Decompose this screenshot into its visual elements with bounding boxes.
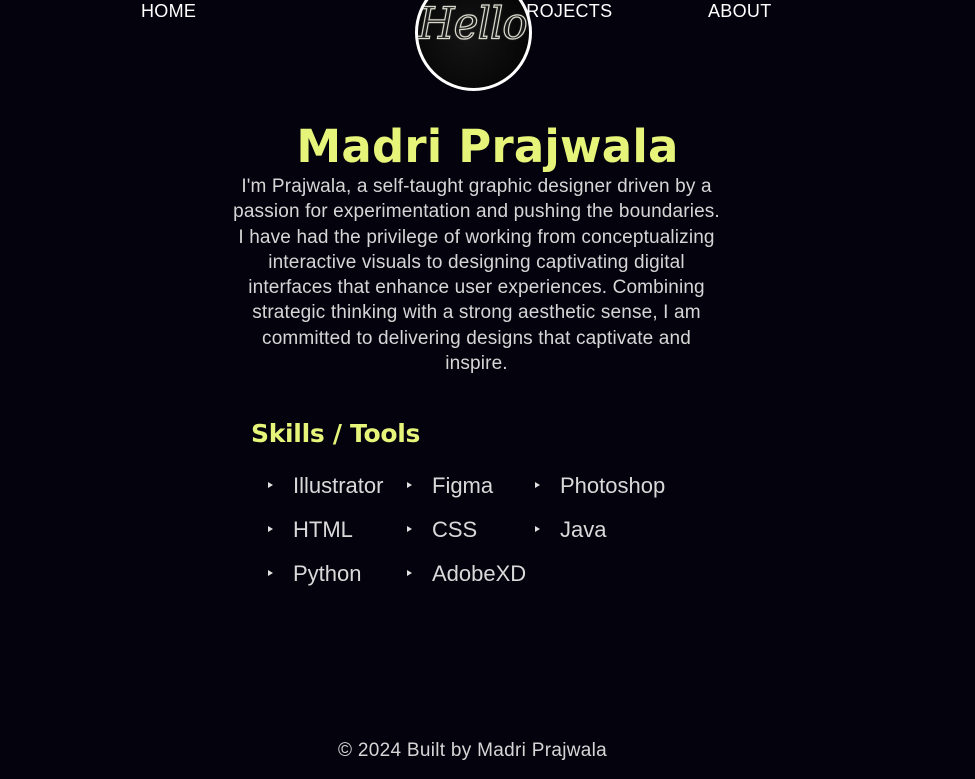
skill-label: Python [293,561,362,586]
skills-heading: Skills / Tools [251,419,421,448]
triangle-bullet-icon [407,526,412,533]
skill-item: Java [535,512,606,548]
skill-label: HTML [293,517,353,542]
triangle-bullet-icon [268,526,273,533]
skill-item: Figma [407,468,493,504]
hello-logo[interactable]: Hello! [415,0,532,91]
nav-home-link[interactable]: HOME [141,0,196,22]
triangle-bullet-icon [268,482,273,489]
triangle-bullet-icon [535,482,540,489]
bio-paragraph: I'm Prajwala, a self-taught graphic desi… [233,176,720,375]
triangle-bullet-icon [407,482,412,489]
triangle-bullet-icon [268,570,273,577]
skill-label: Photoshop [560,473,666,498]
skill-item: Photoshop [535,468,665,504]
skill-item: Illustrator [268,468,383,504]
skill-item: CSS [407,512,477,548]
page-title: Madri Prajwala [296,120,679,173]
skill-label: Illustrator [293,473,384,498]
skills-list: Illustrator Figma Photoshop HTML CSS Jav… [268,468,728,598]
skill-label: AdobeXD [432,561,527,586]
skill-label: Java [560,517,607,542]
footer-text: © 2024 Built by Madri Prajwala [337,740,608,761]
logo-text: Hello! [418,0,532,50]
skill-item: AdobeXD [407,556,526,592]
triangle-bullet-icon [407,570,412,577]
skill-item: HTML [268,512,353,548]
skill-item: Python [268,556,362,592]
triangle-bullet-icon [535,526,540,533]
nav-about-link[interactable]: ABOUT [708,0,772,22]
portfolio-page: HOME PROJECTS ABOUT Hello! Madri Prajwal… [0,0,975,779]
skill-label: CSS [432,517,478,542]
skill-label: Figma [432,473,494,498]
